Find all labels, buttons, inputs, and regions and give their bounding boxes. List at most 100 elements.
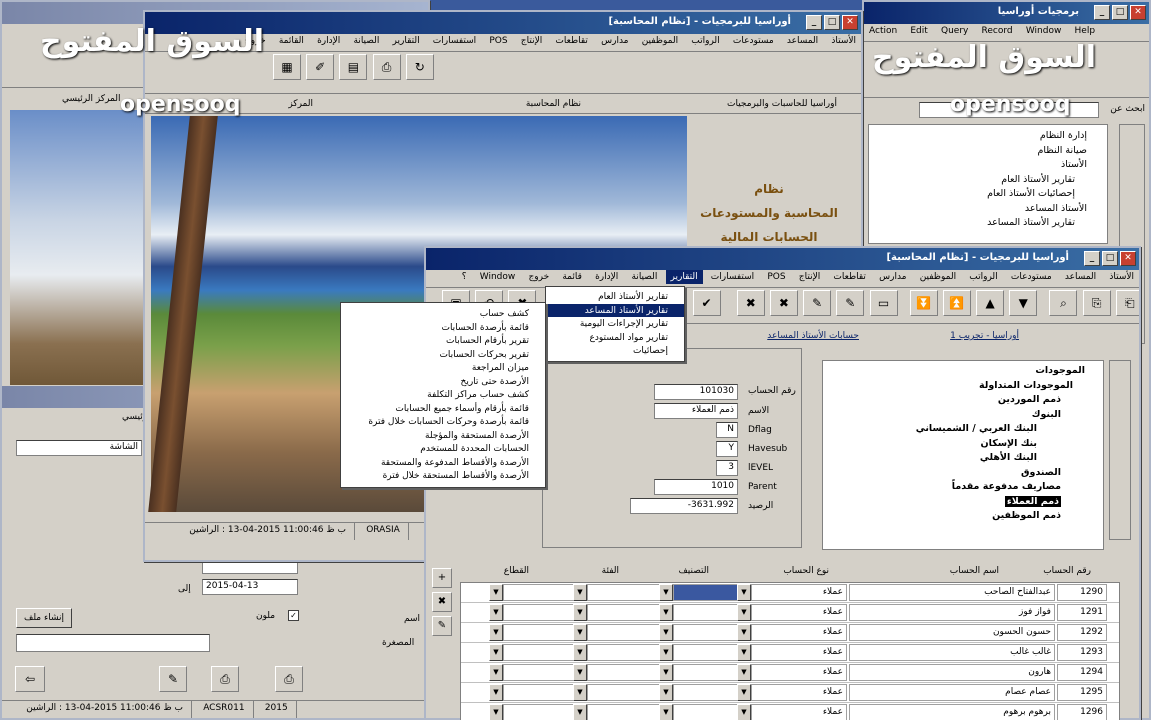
- menu-item[interactable]: الصيانة: [348, 34, 384, 48]
- submenu-item[interactable]: تقرير بأرقام الحسابات: [341, 334, 545, 348]
- table-row[interactable]: 1295 عصام عصام عملاء ▼ ▼ ▼ ▼: [461, 683, 1119, 703]
- tree-item[interactable]: تقارير الأستاذ العام: [869, 173, 1087, 188]
- menu-item[interactable]: الموظفين: [915, 270, 961, 284]
- down-icon[interactable]: ▼: [1009, 290, 1038, 316]
- chevron-down-icon[interactable]: ▼: [737, 624, 751, 641]
- date-field[interactable]: 2015-04-13: [202, 579, 298, 595]
- check-icon[interactable]: ✔: [692, 290, 721, 316]
- menu-item[interactable]: استفسارات: [428, 34, 481, 48]
- account-no-cell[interactable]: 1296: [1057, 704, 1107, 720]
- account-no-cell[interactable]: 1294: [1057, 664, 1107, 681]
- print-icon[interactable]: ⎙: [211, 666, 239, 692]
- account-no-cell[interactable]: 1290: [1057, 584, 1107, 601]
- close-button[interactable]: ✕: [1120, 251, 1136, 266]
- chevron-down-icon[interactable]: ▼: [659, 644, 673, 661]
- submenu-item[interactable]: ميزان المراجعة: [341, 361, 545, 375]
- account-name-cell[interactable]: عصام عصام: [849, 684, 1055, 701]
- submenu-item[interactable]: قائمة بأرصدة وحركات الحسابات خلال فترة: [341, 415, 545, 429]
- account-name-cell[interactable]: فواز فوز: [849, 604, 1055, 621]
- account-no-cell[interactable]: 1293: [1057, 644, 1107, 661]
- menu-item[interactable]: الإدارة: [590, 270, 623, 284]
- pin-icon[interactable]: ✎: [159, 666, 187, 692]
- tree-node[interactable]: الصندوق: [823, 466, 1097, 481]
- maximize-button[interactable]: □: [824, 15, 840, 30]
- submenu-item[interactable]: الحسابات المحددة للمستخدم: [341, 442, 545, 456]
- grid-icon[interactable]: ▦: [273, 54, 301, 80]
- chevron-down-icon[interactable]: ▼: [573, 684, 587, 701]
- parent-field[interactable]: 1010: [654, 479, 738, 495]
- submenu-item[interactable]: الأرصدة والأقساط المدفوعة والمستحقة: [341, 456, 545, 470]
- print-icon[interactable]: ⎙: [372, 54, 401, 80]
- reports-menu-item[interactable]: تقارير مواد المستودع: [546, 331, 684, 345]
- menu-item[interactable]: الإدارة: [312, 34, 345, 48]
- account-name-cell[interactable]: هارون: [849, 664, 1055, 681]
- havesub-field[interactable]: Y: [716, 441, 738, 457]
- tree-node[interactable]: الموجودات المتداولة: [823, 379, 1097, 394]
- chevron-down-icon[interactable]: ▼: [659, 624, 673, 641]
- chevron-down-icon[interactable]: ▼: [573, 664, 587, 681]
- maximize-button[interactable]: □: [1102, 251, 1118, 266]
- chevron-down-icon[interactable]: ▼: [659, 604, 673, 621]
- table-row[interactable]: 1294 هارون عملاء ▼ ▼ ▼ ▼: [461, 663, 1119, 683]
- submenu-item[interactable]: الأرصدة حتى تاريخ: [341, 375, 545, 389]
- menu-item[interactable]: تقاطعات: [828, 270, 871, 284]
- tree-node[interactable]: مصاريف مدفوعة مقدماً: [823, 480, 1097, 495]
- account-type-cell[interactable]: عملاء: [751, 664, 847, 681]
- brush-icon[interactable]: ✐: [306, 54, 335, 80]
- chevron-down-icon[interactable]: ▼: [573, 644, 587, 661]
- menu-item[interactable]: تقاطعات: [550, 34, 593, 48]
- menu-action[interactable]: Action: [864, 24, 902, 38]
- tree-item[interactable]: الأستاذ المساعد: [869, 202, 1087, 217]
- refresh-icon[interactable]: ↻: [405, 54, 434, 80]
- menu-item[interactable]: الإنتاج: [794, 270, 825, 284]
- create-file-button[interactable]: إنشاء ملف: [16, 608, 72, 628]
- chevron-down-icon[interactable]: ▼: [737, 584, 751, 601]
- table-row[interactable]: 1293 غالب غالب عملاء ▼ ▼ ▼ ▼: [461, 643, 1119, 663]
- chevron-down-icon[interactable]: ▼: [573, 704, 587, 720]
- chevron-down-icon[interactable]: ▼: [489, 704, 503, 720]
- edit-row-icon[interactable]: ✎: [432, 616, 452, 636]
- minimize-button[interactable]: _: [806, 15, 822, 30]
- name-field[interactable]: ذمم العملاء: [654, 403, 738, 419]
- reports-menu-item[interactable]: تقارير الإجراءات اليومية: [546, 317, 684, 331]
- reports-menu-item[interactable]: إحصائيات: [546, 344, 684, 358]
- tree-item[interactable]: إحصائيات الأستاذ العام: [869, 187, 1087, 202]
- minimize-button[interactable]: _: [1084, 251, 1100, 266]
- balance-field[interactable]: -3631.992: [630, 498, 738, 514]
- tab-accounts[interactable]: حسابات الأستاذ المساعد: [767, 331, 859, 341]
- tab-user[interactable]: أوراسيا - تجريب 1: [950, 331, 1019, 341]
- submenu-item[interactable]: كشف حساب: [341, 307, 545, 321]
- menu-item[interactable]: التقارير: [388, 34, 425, 48]
- account-name-cell[interactable]: حسون الحسون: [849, 624, 1055, 641]
- account-type-cell[interactable]: عملاء: [751, 624, 847, 641]
- chevron-down-icon[interactable]: ▼: [489, 644, 503, 661]
- reports-menu-item[interactable]: تقارير الأستاذ العام: [546, 290, 684, 304]
- menu-record[interactable]: Record: [977, 24, 1018, 38]
- calculator-icon[interactable]: ▤: [339, 54, 368, 80]
- tree-item[interactable]: إدارة النظام: [869, 129, 1087, 144]
- pin-icon[interactable]: ✎: [803, 290, 832, 316]
- table-row[interactable]: 1290 عبدالفتاح الصاحب عملاء ▼ ▼ ▼ ▼: [461, 583, 1119, 603]
- account-type-cell[interactable]: عملاء: [751, 644, 847, 661]
- close-button[interactable]: ✕: [842, 15, 858, 30]
- tree-item[interactable]: الأستاذ: [869, 158, 1087, 173]
- menu-item[interactable]: المساعد: [1060, 270, 1101, 284]
- chevron-down-icon[interactable]: ▼: [489, 604, 503, 621]
- delete-row-icon[interactable]: ✖: [432, 592, 452, 612]
- account-no-field[interactable]: 101030: [654, 384, 738, 400]
- tree-node[interactable]: البنك الأهلي: [823, 451, 1097, 466]
- chevron-down-icon[interactable]: ▼: [737, 604, 751, 621]
- account-type-cell[interactable]: عملاء: [751, 704, 847, 720]
- tree-node[interactable]: ذمم الموظفين: [823, 509, 1097, 524]
- menu-item[interactable]: الرواتب: [964, 270, 1002, 284]
- chevron-down-icon[interactable]: ▼: [737, 644, 751, 661]
- paste-icon[interactable]: ⎗: [1115, 290, 1139, 316]
- table-row[interactable]: 1292 حسون الحسون عملاء ▼ ▼ ▼ ▼: [461, 623, 1119, 643]
- menu-item[interactable]: مستودعات: [728, 34, 779, 48]
- menu-item[interactable]: الصيانة: [626, 270, 662, 284]
- menu-item[interactable]: استفسارات: [706, 270, 759, 284]
- account-name-cell[interactable]: غالب غالب: [849, 644, 1055, 661]
- name-field[interactable]: [16, 634, 210, 652]
- reports-menu-item-selected[interactable]: تقارير الأستاذ المساعد: [546, 303, 684, 317]
- table-row[interactable]: 1291 فواز فوز عملاء ▼ ▼ ▼ ▼: [461, 603, 1119, 623]
